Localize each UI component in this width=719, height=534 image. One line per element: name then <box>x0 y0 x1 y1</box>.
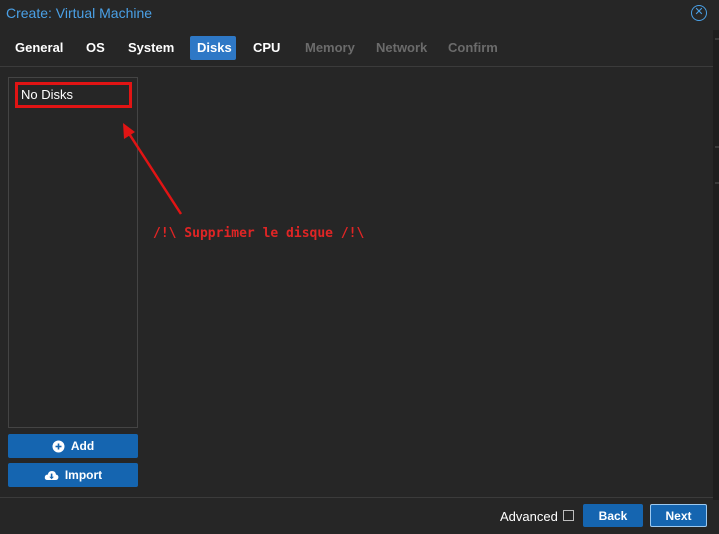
next-button[interactable]: Next <box>650 504 707 527</box>
advanced-checkbox[interactable] <box>563 510 574 521</box>
annotation-arrow <box>123 123 183 215</box>
create-vm-window: Create: Virtual Machine ✕ General OS Sys… <box>0 0 719 534</box>
back-button[interactable]: Back <box>583 504 643 527</box>
annotation-text: /!\ Supprimer le disque /!\ <box>153 226 365 241</box>
footer-divider <box>0 497 713 498</box>
advanced-label: Advanced <box>500 509 558 524</box>
